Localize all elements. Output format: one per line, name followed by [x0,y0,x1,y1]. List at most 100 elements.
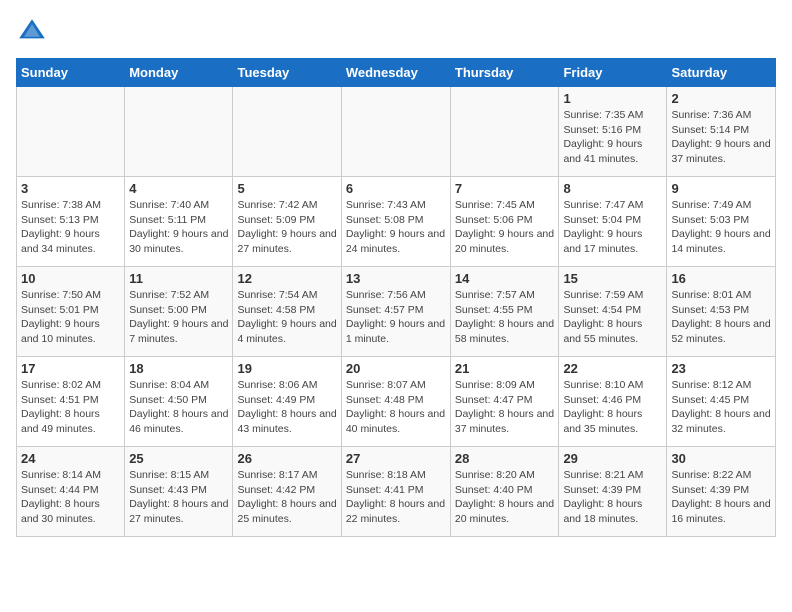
day-number: 8 [563,181,662,196]
day-cell: 15 Sunrise: 7:59 AM Sunset: 4:54 PM Dayli… [559,267,667,357]
day-info: Sunrise: 7:45 AM Sunset: 5:06 PM Dayligh… [455,198,555,257]
day-info: Sunrise: 7:42 AM Sunset: 5:09 PM Dayligh… [237,198,336,257]
day-cell: 13Sunrise: 7:56 AM Sunset: 4:57 PM Dayli… [341,267,450,357]
weekday-header-thursday: Thursday [450,59,559,87]
day-info: Sunrise: 7:50 AM Sunset: 5:01 PM Dayligh… [21,288,120,347]
day-info: Sunrise: 7:47 AM Sunset: 5:04 PM Dayligh… [563,198,662,257]
day-info: Sunrise: 8:18 AM Sunset: 4:41 PM Dayligh… [346,468,446,527]
weekday-header-monday: Monday [125,59,233,87]
weekday-header-tuesday: Tuesday [233,59,341,87]
day-info: Sunrise: 8:07 AM Sunset: 4:48 PM Dayligh… [346,378,446,437]
day-cell [125,87,233,177]
day-cell [341,87,450,177]
day-number: 7 [455,181,555,196]
day-cell [450,87,559,177]
day-info: Sunrise: 8:10 AM Sunset: 4:46 PM Dayligh… [563,378,662,437]
day-cell: 6Sunrise: 7:43 AM Sunset: 5:08 PM Daylig… [341,177,450,267]
weekday-header-sunday: Sunday [17,59,125,87]
day-cell: 20 Sunrise: 8:07 AM Sunset: 4:48 PM Dayli… [341,357,450,447]
day-number: 29 [563,451,662,466]
weekday-header-friday: Friday [559,59,667,87]
day-cell: 19Sunrise: 8:06 AM Sunset: 4:49 PM Dayli… [233,357,341,447]
day-number: 5 [237,181,336,196]
day-number: 16 [671,271,771,286]
week-row-4: 17 Sunrise: 8:02 AM Sunset: 4:51 PM Dayli… [17,357,776,447]
day-number: 12 [237,271,336,286]
day-info: Sunrise: 7:35 AM Sunset: 5:16 PM Dayligh… [563,108,662,167]
logo-icon [16,16,48,48]
logo [16,16,52,48]
day-info: Sunrise: 8:04 AM Sunset: 4:50 PM Dayligh… [129,378,228,437]
day-cell: 7 Sunrise: 7:45 AM Sunset: 5:06 PM Daylig… [450,177,559,267]
day-cell: 2 Sunrise: 7:36 AM Sunset: 5:14 PM Daylig… [667,87,776,177]
day-number: 30 [671,451,771,466]
day-number: 18 [129,361,228,376]
day-info: Sunrise: 8:15 AM Sunset: 4:43 PM Dayligh… [129,468,228,527]
day-cell: 24Sunrise: 8:14 AM Sunset: 4:44 PM Dayli… [17,447,125,537]
weekday-header-saturday: Saturday [667,59,776,87]
day-number: 3 [21,181,120,196]
day-number: 21 [455,361,555,376]
day-info: Sunrise: 7:54 AM Sunset: 4:58 PM Dayligh… [237,288,336,347]
day-number: 20 [346,361,446,376]
day-info: Sunrise: 8:22 AM Sunset: 4:39 PM Dayligh… [671,468,771,527]
day-cell: 18 Sunrise: 8:04 AM Sunset: 4:50 PM Dayli… [125,357,233,447]
day-cell: 17 Sunrise: 8:02 AM Sunset: 4:51 PM Dayli… [17,357,125,447]
week-row-5: 24Sunrise: 8:14 AM Sunset: 4:44 PM Dayli… [17,447,776,537]
day-number: 27 [346,451,446,466]
day-cell: 29 Sunrise: 8:21 AM Sunset: 4:39 PM Dayli… [559,447,667,537]
day-info: Sunrise: 7:57 AM Sunset: 4:55 PM Dayligh… [455,288,555,347]
day-number: 28 [455,451,555,466]
day-number: 4 [129,181,228,196]
day-number: 17 [21,361,120,376]
day-number: 6 [346,181,446,196]
day-cell: 5 Sunrise: 7:42 AM Sunset: 5:09 PM Daylig… [233,177,341,267]
day-info: Sunrise: 8:09 AM Sunset: 4:47 PM Dayligh… [455,378,555,437]
day-cell: 1Sunrise: 7:35 AM Sunset: 5:16 PM Daylig… [559,87,667,177]
week-row-2: 3 Sunrise: 7:38 AM Sunset: 5:13 PM Daylig… [17,177,776,267]
day-info: Sunrise: 8:20 AM Sunset: 4:40 PM Dayligh… [455,468,555,527]
day-info: Sunrise: 8:01 AM Sunset: 4:53 PM Dayligh… [671,288,771,347]
day-cell: 9 Sunrise: 7:49 AM Sunset: 5:03 PM Daylig… [667,177,776,267]
day-number: 25 [129,451,228,466]
day-cell: 4Sunrise: 7:40 AM Sunset: 5:11 PM Daylig… [125,177,233,267]
day-cell: 16 Sunrise: 8:01 AM Sunset: 4:53 PM Dayli… [667,267,776,357]
day-cell: 28 Sunrise: 8:20 AM Sunset: 4:40 PM Dayli… [450,447,559,537]
day-cell: 25 Sunrise: 8:15 AM Sunset: 4:43 PM Dayli… [125,447,233,537]
day-number: 11 [129,271,228,286]
day-info: Sunrise: 7:38 AM Sunset: 5:13 PM Dayligh… [21,198,120,257]
day-cell: 27 Sunrise: 8:18 AM Sunset: 4:41 PM Dayli… [341,447,450,537]
day-number: 9 [671,181,771,196]
day-number: 15 [563,271,662,286]
day-cell: 8 Sunrise: 7:47 AM Sunset: 5:04 PM Daylig… [559,177,667,267]
day-cell: 10Sunrise: 7:50 AM Sunset: 5:01 PM Dayli… [17,267,125,357]
day-info: Sunrise: 8:02 AM Sunset: 4:51 PM Dayligh… [21,378,120,437]
weekday-header-row: SundayMondayTuesdayWednesdayThursdayFrid… [17,59,776,87]
day-cell: 3 Sunrise: 7:38 AM Sunset: 5:13 PM Daylig… [17,177,125,267]
day-info: Sunrise: 8:12 AM Sunset: 4:45 PM Dayligh… [671,378,771,437]
day-cell: 14 Sunrise: 7:57 AM Sunset: 4:55 PM Dayli… [450,267,559,357]
day-number: 2 [671,91,771,106]
day-cell [17,87,125,177]
day-cell [233,87,341,177]
day-cell: 26Sunrise: 8:17 AM Sunset: 4:42 PM Dayli… [233,447,341,537]
day-number: 23 [671,361,771,376]
day-info: Sunrise: 7:49 AM Sunset: 5:03 PM Dayligh… [671,198,771,257]
day-number: 13 [346,271,446,286]
week-row-3: 10Sunrise: 7:50 AM Sunset: 5:01 PM Dayli… [17,267,776,357]
weekday-header-wednesday: Wednesday [341,59,450,87]
day-info: Sunrise: 8:21 AM Sunset: 4:39 PM Dayligh… [563,468,662,527]
day-cell: 30 Sunrise: 8:22 AM Sunset: 4:39 PM Dayli… [667,447,776,537]
day-number: 14 [455,271,555,286]
day-info: Sunrise: 7:52 AM Sunset: 5:00 PM Dayligh… [129,288,228,347]
day-cell: 22 Sunrise: 8:10 AM Sunset: 4:46 PM Dayli… [559,357,667,447]
day-info: Sunrise: 7:36 AM Sunset: 5:14 PM Dayligh… [671,108,771,167]
day-info: Sunrise: 8:17 AM Sunset: 4:42 PM Dayligh… [237,468,336,527]
day-cell: 21 Sunrise: 8:09 AM Sunset: 4:47 PM Dayli… [450,357,559,447]
day-info: Sunrise: 7:59 AM Sunset: 4:54 PM Dayligh… [563,288,662,347]
day-number: 22 [563,361,662,376]
day-number: 19 [237,361,336,376]
day-cell: 12 Sunrise: 7:54 AM Sunset: 4:58 PM Dayli… [233,267,341,357]
day-cell: 23 Sunrise: 8:12 AM Sunset: 4:45 PM Dayli… [667,357,776,447]
week-row-1: 1Sunrise: 7:35 AM Sunset: 5:16 PM Daylig… [17,87,776,177]
